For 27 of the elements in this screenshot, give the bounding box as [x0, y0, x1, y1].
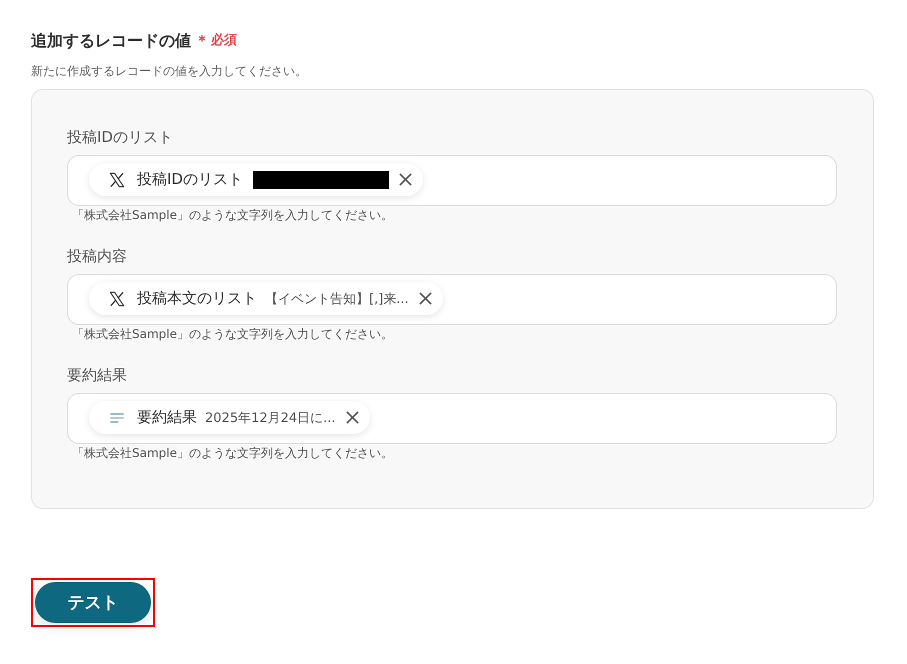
variable-chip[interactable]: 投稿IDのリスト [89, 163, 423, 196]
input-field[interactable]: 投稿本文のリスト 【イベント告知】[,]来... [67, 274, 837, 325]
close-icon[interactable] [398, 173, 412, 186]
variable-chip[interactable]: 投稿本文のリスト 【イベント告知】[,]来... [89, 282, 443, 315]
chip-value: 2025年12月24日に... [205, 410, 336, 426]
x-glyph-icon [109, 290, 125, 306]
test-button[interactable]: テスト [35, 582, 151, 623]
field-hint: 「株式会社Sample」のような文字列を入力してください。 [71, 445, 394, 462]
chip-label: 投稿IDのリスト [137, 170, 243, 189]
field-label: 投稿IDのリスト [67, 127, 174, 148]
section-description: 新たに作成するレコードの値を入力してください。 [31, 63, 308, 80]
variable-chip[interactable]: 要約結果 2025年12月24日に... [89, 401, 370, 434]
chip-label: 要約結果 [137, 408, 197, 427]
x-glyph-icon [109, 172, 125, 188]
required-label: 必須 [211, 32, 237, 50]
input-field[interactable]: 要約結果 2025年12月24日に... [67, 393, 837, 444]
close-icon[interactable] [346, 411, 359, 424]
field-label: 要約結果 [67, 365, 128, 386]
required-asterisk: ＊ [195, 32, 209, 51]
section-title: 追加するレコードの値 [31, 30, 191, 52]
field-label: 投稿内容 [67, 246, 128, 267]
close-icon[interactable] [418, 292, 432, 305]
field-hint: 「株式会社Sample」のような文字列を入力してください。 [71, 207, 394, 224]
chip-label: 投稿本文のリスト [137, 289, 257, 308]
input-field[interactable]: 投稿IDのリスト [67, 155, 837, 206]
field-hint: 「株式会社Sample」のような文字列を入力してください。 [71, 326, 394, 343]
chip-value: 【イベント告知】[,]来... [265, 290, 409, 308]
